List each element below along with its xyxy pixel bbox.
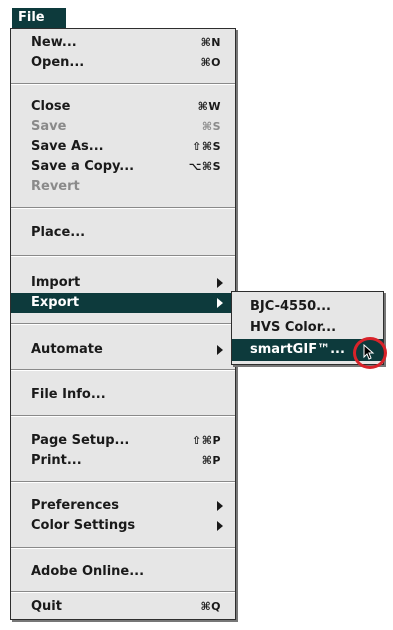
menu-item-file-info[interactable]: File Info... (11, 385, 235, 405)
menu-item-save-a-copy[interactable]: Save a Copy... ⌥⌘S (11, 157, 235, 177)
menu-separator (11, 591, 235, 593)
menu-item-import[interactable]: Import (11, 273, 235, 293)
submenu-arrow-icon (217, 278, 223, 288)
menu-item-quit[interactable]: Quit ⌘Q (11, 597, 235, 617)
menu-item-revert-label: Revert (31, 179, 80, 194)
menu-separator (11, 83, 235, 85)
menu-item-new-shortcut: ⌘N (200, 36, 221, 49)
menu-item-export-label: Export (31, 295, 80, 310)
submenu-arrow-icon (217, 345, 223, 355)
menu-item-close-shortcut: ⌘W (197, 100, 221, 113)
menu-item-page-setup[interactable]: Page Setup... ⇧⌘P (11, 431, 235, 451)
menu-item-export[interactable]: Export (11, 293, 235, 313)
menu-item-print-label: Print... (31, 453, 82, 468)
menu-item-save-as[interactable]: Save As... ⇧⌘S (11, 137, 235, 157)
menu-item-adobe-online-label: Adobe Online... (31, 564, 145, 579)
menu-item-save: Save ⌘S (11, 117, 235, 137)
file-menu-title[interactable]: File (12, 8, 66, 28)
menu-item-open-shortcut: ⌘O (200, 56, 221, 69)
menu-item-new[interactable]: New... ⌘N (11, 33, 235, 53)
menu-separator (11, 255, 235, 257)
menu-item-preferences-label: Preferences (31, 498, 119, 513)
menu-separator (11, 323, 235, 325)
menu-item-open-label: Open... (31, 55, 85, 70)
submenu-item-bjc-4550[interactable]: BJC-4550... (232, 296, 383, 318)
file-menu: New... ⌘N Open... ⌘O Close ⌘W Save ⌘S Sa… (10, 28, 236, 620)
menu-separator (11, 207, 235, 209)
menu-item-new-label: New... (31, 35, 77, 50)
menu-item-page-setup-shortcut: ⇧⌘P (192, 434, 221, 447)
menu-separator (11, 547, 235, 549)
menu-item-file-info-label: File Info... (31, 387, 106, 402)
submenu-item-hvs-color[interactable]: HVS Color... (232, 317, 383, 339)
menu-item-print[interactable]: Print... ⌘P (11, 451, 235, 471)
menu-item-save-a-copy-label: Save a Copy... (31, 159, 135, 174)
menu-separator (11, 481, 235, 483)
submenu-arrow-icon (217, 501, 223, 511)
menu-item-color-settings[interactable]: Color Settings (11, 516, 235, 536)
arrow-cursor-icon (363, 344, 375, 360)
menu-item-import-label: Import (31, 275, 81, 290)
menu-item-automate-label: Automate (31, 342, 103, 357)
menu-item-color-settings-label: Color Settings (31, 518, 136, 533)
menu-item-print-shortcut: ⌘P (201, 454, 221, 467)
menu-item-preferences[interactable]: Preferences (11, 496, 235, 516)
menu-item-automate[interactable]: Automate (11, 340, 235, 360)
menu-item-close-label: Close (31, 99, 71, 114)
menu-item-place-label: Place... (31, 225, 86, 240)
submenu-arrow-icon (217, 298, 223, 308)
submenu-arrow-icon (217, 521, 223, 531)
menu-item-save-shortcut: ⌘S (201, 120, 221, 133)
menu-item-place[interactable]: Place... (11, 223, 235, 243)
menu-item-revert: Revert (11, 177, 235, 197)
menu-item-quit-shortcut: ⌘Q (200, 600, 221, 613)
menu-item-save-label: Save (31, 119, 67, 134)
menu-item-open[interactable]: Open... ⌘O (11, 53, 235, 73)
menu-item-save-a-copy-shortcut: ⌥⌘S (188, 160, 221, 173)
menu-item-adobe-online[interactable]: Adobe Online... (11, 562, 235, 582)
menu-item-save-as-label: Save As... (31, 139, 104, 154)
menu-item-save-as-shortcut: ⇧⌘S (192, 140, 221, 153)
menu-item-quit-label: Quit (31, 599, 62, 614)
menu-separator (11, 369, 235, 371)
menu-item-page-setup-label: Page Setup... (31, 433, 130, 448)
menu-item-close[interactable]: Close ⌘W (11, 97, 235, 117)
menu-separator (11, 415, 235, 417)
